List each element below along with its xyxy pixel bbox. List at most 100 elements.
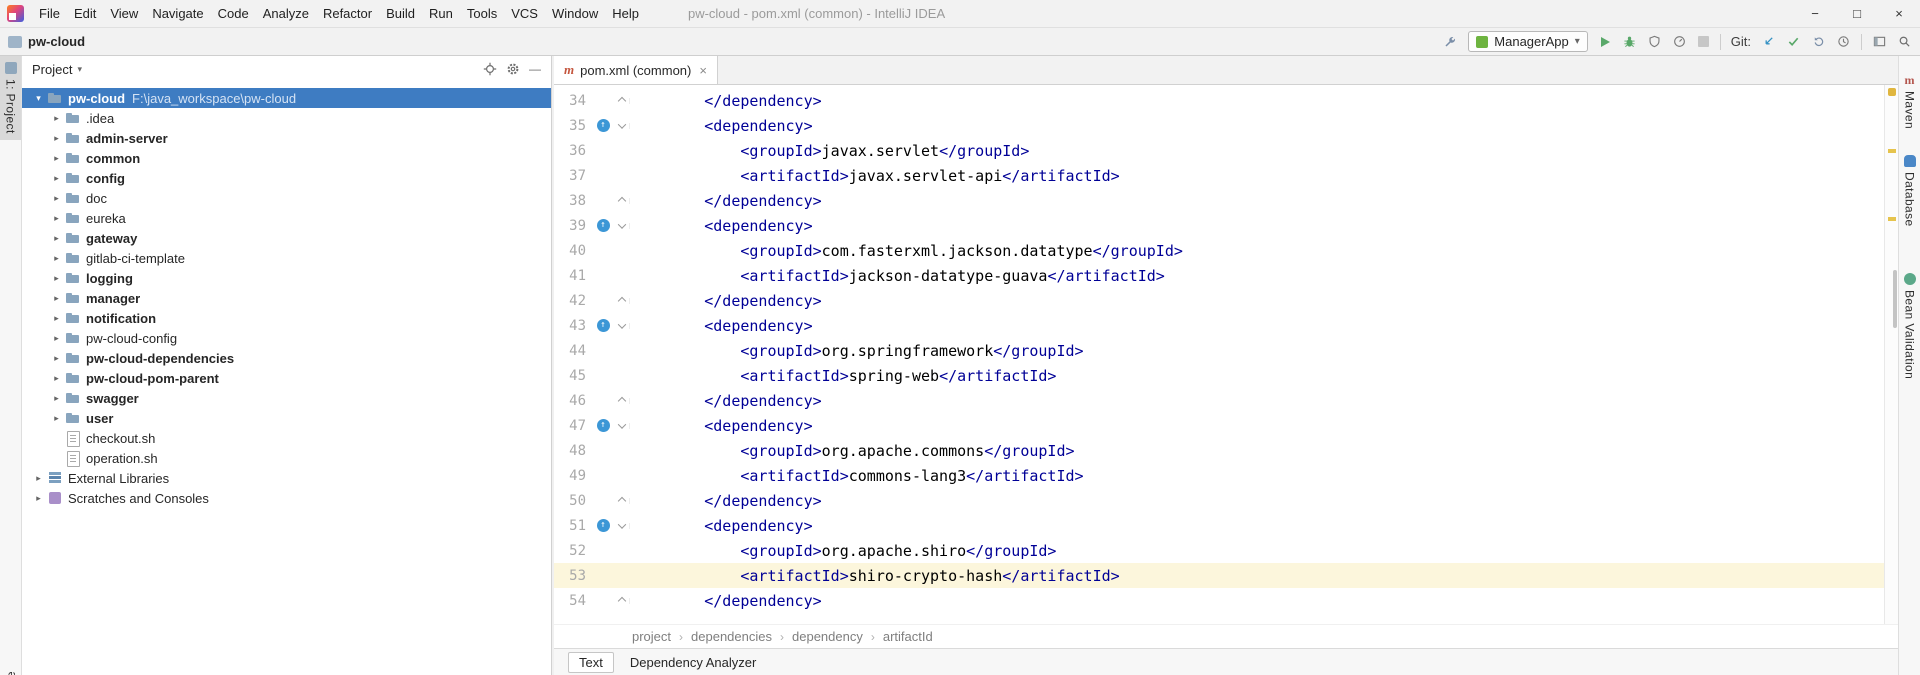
- chevron-collapsed-icon[interactable]: ▸: [48, 273, 65, 284]
- fold-start-icon[interactable]: [617, 420, 625, 428]
- fold-end-icon[interactable]: [617, 396, 625, 404]
- fold-start-icon[interactable]: [617, 120, 625, 128]
- close-button[interactable]: ×: [1878, 0, 1920, 27]
- maven-dependency-gutter-icon[interactable]: ↑: [597, 419, 610, 432]
- locate-file-icon[interactable]: [481, 60, 499, 78]
- tool-button-bean-validation[interactable]: Bean Validation: [1901, 267, 1919, 385]
- code-line-52[interactable]: 52 <groupId>org.apache.shiro</groupId>: [554, 538, 1884, 563]
- chevron-collapsed-icon[interactable]: ▸: [48, 413, 65, 424]
- layout-button[interactable]: [1872, 34, 1887, 49]
- tree-item-gitlab-ci-template[interactable]: ▸gitlab-ci-template: [22, 248, 551, 268]
- tree-item-external-libraries[interactable]: ▸External Libraries: [22, 468, 551, 488]
- maven-dependency-gutter-icon[interactable]: ↑: [597, 319, 610, 332]
- menu-help[interactable]: Help: [605, 0, 646, 28]
- chevron-collapsed-icon[interactable]: ▸: [48, 393, 65, 404]
- menu-edit[interactable]: Edit: [67, 0, 103, 28]
- settings-wrench-icon[interactable]: [1442, 34, 1458, 50]
- fold-end-icon[interactable]: [617, 196, 625, 204]
- fold-end-icon[interactable]: [617, 296, 625, 304]
- code-line-43[interactable]: 43↑ <dependency>: [554, 313, 1884, 338]
- code-line-47[interactable]: 47↑ <dependency>: [554, 413, 1884, 438]
- chevron-collapsed-icon[interactable]: ▸: [48, 133, 65, 144]
- tree-item-idea[interactable]: ▸.idea: [22, 108, 551, 128]
- code-line-44[interactable]: 44 <groupId>org.springframework</groupId…: [554, 338, 1884, 363]
- chevron-collapsed-icon[interactable]: ▸: [48, 333, 65, 344]
- gear-icon[interactable]: [504, 60, 522, 78]
- coverage-button[interactable]: [1647, 34, 1662, 49]
- menu-view[interactable]: View: [103, 0, 145, 28]
- menu-window[interactable]: Window: [545, 0, 605, 28]
- history-button[interactable]: [1836, 34, 1851, 49]
- chevron-collapsed-icon[interactable]: ▸: [48, 233, 65, 244]
- profiler-button[interactable]: [1672, 34, 1687, 49]
- tool-button-project[interactable]: 1: Project: [0, 56, 21, 140]
- code-line-36[interactable]: 36 <groupId>javax.servlet</groupId>: [554, 138, 1884, 163]
- breadcrumb-dependencies[interactable]: dependencies: [691, 629, 772, 644]
- maximize-button[interactable]: □: [1836, 0, 1878, 27]
- editor-lines[interactable]: 34 </dependency>35↑ <dependency>36 <grou…: [554, 85, 1884, 624]
- code-line-45[interactable]: 45 <artifactId>spring-web</artifactId>: [554, 363, 1884, 388]
- code-line-39[interactable]: 39↑ <dependency>: [554, 213, 1884, 238]
- warning-stripe-mark[interactable]: [1888, 149, 1896, 153]
- chevron-collapsed-icon[interactable]: ▸: [48, 313, 65, 324]
- stop-button[interactable]: [1697, 35, 1710, 48]
- chevron-collapsed-icon[interactable]: ▸: [48, 153, 65, 164]
- menu-vcs[interactable]: VCS: [504, 0, 545, 28]
- fold-end-icon[interactable]: [617, 596, 625, 604]
- code-line-49[interactable]: 49 <artifactId>commons-lang3</artifactId…: [554, 463, 1884, 488]
- chevron-collapsed-icon[interactable]: ▸: [30, 473, 47, 484]
- fold-end-icon[interactable]: [617, 96, 625, 104]
- tree-item-checkout-sh[interactable]: checkout.sh: [22, 428, 551, 448]
- chevron-down-icon[interactable]: ▾: [77, 64, 82, 75]
- menu-code[interactable]: Code: [211, 0, 256, 28]
- navbar-project-crumb[interactable]: pw-cloud: [28, 34, 85, 49]
- code-line-46[interactable]: 46 </dependency>: [554, 388, 1884, 413]
- chevron-collapsed-icon[interactable]: ▸: [48, 193, 65, 204]
- tree-item-admin-server[interactable]: ▸admin-server: [22, 128, 551, 148]
- tree-item-manager[interactable]: ▸manager: [22, 288, 551, 308]
- tree-item-common[interactable]: ▸common: [22, 148, 551, 168]
- close-tab-icon[interactable]: ×: [699, 63, 707, 78]
- bottom-tab-text[interactable]: Text: [568, 652, 614, 673]
- tree-item-scratches-and-consoles[interactable]: ▸Scratches and Consoles: [22, 488, 551, 508]
- tree-item-doc[interactable]: ▸doc: [22, 188, 551, 208]
- chevron-collapsed-icon[interactable]: ▸: [48, 293, 65, 304]
- fold-start-icon[interactable]: [617, 520, 625, 528]
- tab-pom-xml-common[interactable]: m pom.xml (common) ×: [554, 56, 718, 84]
- tree-item-logging[interactable]: ▸logging: [22, 268, 551, 288]
- debug-button[interactable]: [1622, 34, 1637, 49]
- chevron-collapsed-icon[interactable]: ▸: [48, 253, 65, 264]
- tree-item-pw-cloud-pom-parent[interactable]: ▸pw-cloud-pom-parent: [22, 368, 551, 388]
- menu-navigate[interactable]: Navigate: [145, 0, 210, 28]
- code-line-41[interactable]: 41 <artifactId>jackson-datatype-guava</a…: [554, 263, 1884, 288]
- code-line-51[interactable]: 51↑ <dependency>: [554, 513, 1884, 538]
- search-everywhere-icon[interactable]: [1897, 34, 1912, 49]
- chevron-collapsed-icon[interactable]: ▸: [48, 213, 65, 224]
- tree-item-eureka[interactable]: ▸eureka: [22, 208, 551, 228]
- code-line-35[interactable]: 35↑ <dependency>: [554, 113, 1884, 138]
- rollback-button[interactable]: [1811, 34, 1826, 49]
- code-line-48[interactable]: 48 <groupId>org.apache.commons</groupId>: [554, 438, 1884, 463]
- chevron-expanded-icon[interactable]: ▾: [30, 93, 47, 104]
- tree-item-pw-cloud[interactable]: ▾pw-cloudF:\java_workspace\pw-cloud: [22, 88, 551, 108]
- menu-tools[interactable]: Tools: [460, 0, 504, 28]
- fold-start-icon[interactable]: [617, 320, 625, 328]
- maven-dependency-gutter-icon[interactable]: ↑: [597, 119, 610, 132]
- chevron-collapsed-icon[interactable]: ▸: [30, 493, 47, 504]
- project-panel-title[interactable]: Project: [32, 62, 72, 77]
- chevron-collapsed-icon[interactable]: ▸: [48, 113, 65, 124]
- tree-item-gateway[interactable]: ▸gateway: [22, 228, 551, 248]
- run-config-select[interactable]: ManagerApp ▾: [1468, 31, 1587, 52]
- breadcrumb-dependency[interactable]: dependency: [792, 629, 863, 644]
- tree-item-pw-cloud-dependencies[interactable]: ▸pw-cloud-dependencies: [22, 348, 551, 368]
- tree-item-pw-cloud-config[interactable]: ▸pw-cloud-config: [22, 328, 551, 348]
- inspections-indicator-icon[interactable]: [1888, 88, 1896, 96]
- code-line-34[interactable]: 34 </dependency>: [554, 88, 1884, 113]
- warning-stripe-mark[interactable]: [1888, 217, 1896, 221]
- update-project-button[interactable]: [1761, 34, 1776, 49]
- tree-item-operation-sh[interactable]: operation.sh: [22, 448, 551, 468]
- code-line-40[interactable]: 40 <groupId>com.fasterxml.jackson.dataty…: [554, 238, 1884, 263]
- maven-dependency-gutter-icon[interactable]: ↑: [597, 519, 610, 532]
- code-line-53[interactable]: 53 <artifactId>shiro-crypto-hash</artifa…: [554, 563, 1884, 588]
- menu-file[interactable]: File: [32, 0, 67, 28]
